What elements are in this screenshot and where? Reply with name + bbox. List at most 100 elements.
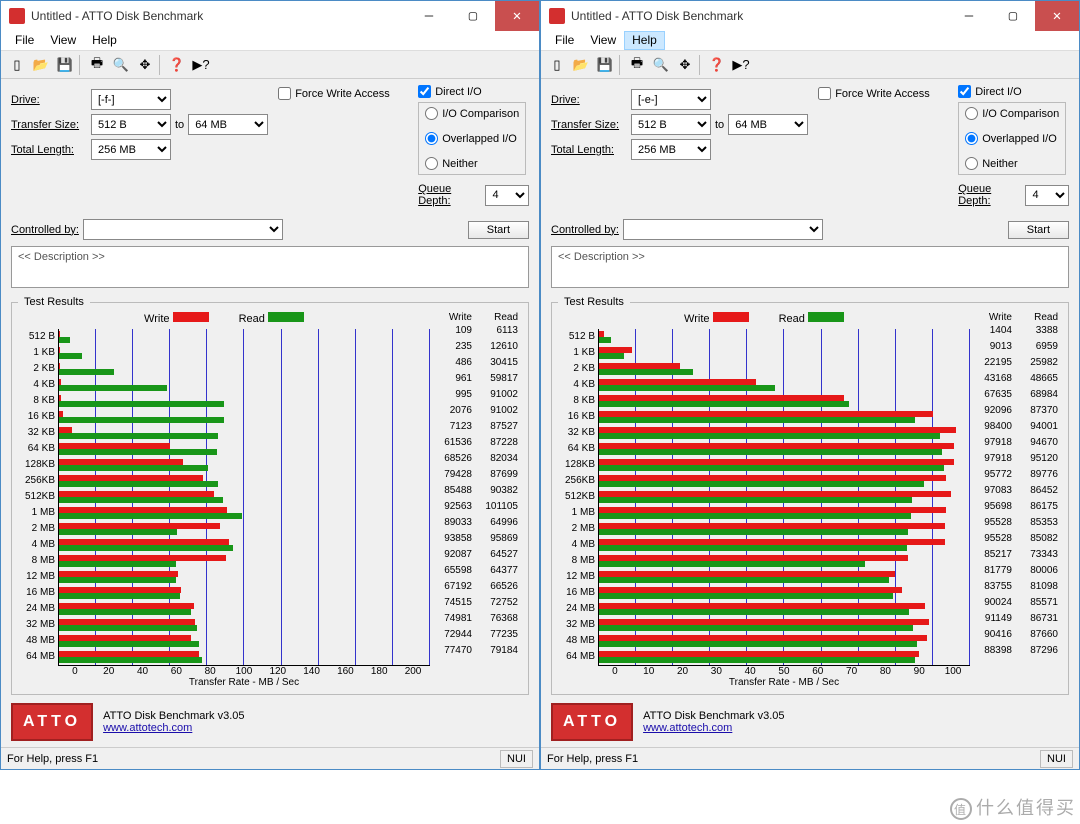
close-button[interactable]: ✕: [1035, 1, 1079, 31]
x-tick-label: 200: [396, 666, 430, 677]
force-write-checkbox[interactable]: Force Write Access: [278, 87, 408, 100]
value-row: 96159817: [430, 371, 522, 387]
open-icon[interactable]: 📂: [569, 54, 593, 76]
read-bar: [599, 609, 909, 615]
close-button[interactable]: ✕: [495, 1, 539, 31]
new-icon[interactable]: ▯: [5, 54, 29, 76]
overlapped-io-radio[interactable]: Overlapped I/O: [425, 132, 519, 145]
drive-select[interactable]: [-f-]: [91, 89, 171, 110]
total-length-select[interactable]: 256 MB: [91, 139, 171, 160]
controlled-by-label: Controlled by:: [551, 224, 619, 236]
io-comparison-radio[interactable]: I/O Comparison: [425, 107, 519, 120]
read-bar: [59, 497, 223, 503]
read-bar: [59, 385, 167, 391]
x-tick-label: 120: [261, 666, 295, 677]
transfer-from-select[interactable]: 512 B: [91, 114, 171, 135]
help-icon[interactable]: ❓: [705, 54, 729, 76]
new-icon[interactable]: ▯: [545, 54, 569, 76]
move-icon[interactable]: ✥: [673, 54, 697, 76]
move-icon[interactable]: ✥: [133, 54, 157, 76]
neither-radio[interactable]: Neither: [425, 157, 519, 170]
read-bar: [599, 465, 944, 471]
print-icon[interactable]: 🖶: [85, 54, 109, 76]
value-row: 9041687660: [970, 627, 1062, 643]
read-bar: [59, 545, 233, 551]
maximize-button[interactable]: ▢: [451, 1, 495, 31]
write-legend: Write: [684, 312, 749, 325]
menu-file[interactable]: File: [547, 31, 582, 50]
transfer-to-select[interactable]: 64 MB: [188, 114, 268, 135]
y-tick-label: 2 KB: [558, 361, 595, 377]
menu-view[interactable]: View: [42, 31, 84, 50]
description-box[interactable]: << Description >>: [11, 246, 529, 288]
minimize-button[interactable]: —: [407, 1, 451, 31]
transfer-to-select[interactable]: 64 MB: [728, 114, 808, 135]
force-write-checkbox[interactable]: Force Write Access: [818, 87, 948, 100]
value-row: 7498176368: [430, 611, 522, 627]
bar-row: [599, 441, 970, 457]
menu-file[interactable]: File: [7, 31, 42, 50]
minimize-button[interactable]: —: [947, 1, 991, 31]
bar-row: [59, 569, 430, 585]
context-help-icon[interactable]: ▶?: [189, 54, 213, 76]
transfer-from-select[interactable]: 512 B: [631, 114, 711, 135]
description-box[interactable]: << Description >>: [551, 246, 1069, 288]
transfer-size-label: Transfer Size:: [551, 119, 631, 131]
bar-row: [59, 361, 430, 377]
bar-row: [599, 617, 970, 633]
context-help-icon[interactable]: ▶?: [729, 54, 753, 76]
menu-help[interactable]: Help: [84, 31, 125, 50]
titlebar[interactable]: Untitled - ATTO Disk Benchmark — ▢ ✕: [541, 1, 1079, 31]
menu-view[interactable]: View: [582, 31, 624, 50]
window-title: Untitled - ATTO Disk Benchmark: [571, 9, 947, 23]
maximize-button[interactable]: ▢: [991, 1, 1035, 31]
direct-io-checkbox[interactable]: Direct I/O: [418, 85, 481, 98]
bar-row: [59, 633, 430, 649]
io-mode-group: I/O Comparison Overlapped I/O Neither: [958, 102, 1066, 175]
write-legend: Write: [144, 312, 209, 325]
titlebar[interactable]: Untitled - ATTO Disk Benchmark — ▢ ✕: [1, 1, 539, 31]
menu-help[interactable]: Help: [624, 31, 665, 50]
y-tick-label: 32 KB: [18, 425, 55, 441]
y-tick-label: 16 MB: [18, 585, 55, 601]
x-axis-title: Transfer Rate - MB / Sec: [598, 677, 970, 688]
total-length-select[interactable]: 256 MB: [631, 139, 711, 160]
value-row: 6763568984: [970, 387, 1062, 403]
overlapped-io-radio[interactable]: Overlapped I/O: [965, 132, 1059, 145]
y-tick-label: 12 MB: [18, 569, 55, 585]
queue-depth-select[interactable]: 4: [1025, 185, 1069, 206]
save-icon[interactable]: 💾: [593, 54, 617, 76]
app-icon: [9, 8, 25, 24]
x-tick-label: 0: [58, 666, 92, 677]
website-link[interactable]: www.attotech.com: [643, 722, 784, 734]
y-tick-label: 4 MB: [18, 537, 55, 553]
start-button[interactable]: Start: [1008, 221, 1069, 239]
results-fieldset: Test Results Write Read 512 B1 KB2 KB4 K…: [11, 296, 529, 695]
controlled-by-select[interactable]: [623, 219, 823, 240]
queue-depth-select[interactable]: 4: [485, 185, 529, 206]
drive-select[interactable]: [-e-]: [631, 89, 711, 110]
chart-area: [598, 329, 970, 666]
preview-icon[interactable]: 🔍: [649, 54, 673, 76]
read-col-header: Read: [476, 312, 522, 323]
x-axis-title: Transfer Rate - MB / Sec: [58, 677, 430, 688]
x-tick-label: 140: [295, 666, 329, 677]
start-button[interactable]: Start: [468, 221, 529, 239]
save-icon[interactable]: 💾: [53, 54, 77, 76]
direct-io-checkbox[interactable]: Direct I/O: [958, 85, 1021, 98]
website-link[interactable]: www.attotech.com: [103, 722, 244, 734]
help-icon[interactable]: ❓: [165, 54, 189, 76]
print-icon[interactable]: 🖶: [625, 54, 649, 76]
bar-row: [599, 569, 970, 585]
chart-area: [58, 329, 430, 666]
open-icon[interactable]: 📂: [29, 54, 53, 76]
x-tick-label: 70: [835, 666, 869, 677]
read-bar: [59, 433, 218, 439]
preview-icon[interactable]: 🔍: [109, 54, 133, 76]
atto-logo: ATTO: [551, 703, 633, 741]
neither-radio[interactable]: Neither: [965, 157, 1059, 170]
x-tick-label: 20: [92, 666, 126, 677]
values-table: WriteRead 109611323512610486304159615981…: [430, 312, 522, 688]
controlled-by-select[interactable]: [83, 219, 283, 240]
io-comparison-radio[interactable]: I/O Comparison: [965, 107, 1059, 120]
